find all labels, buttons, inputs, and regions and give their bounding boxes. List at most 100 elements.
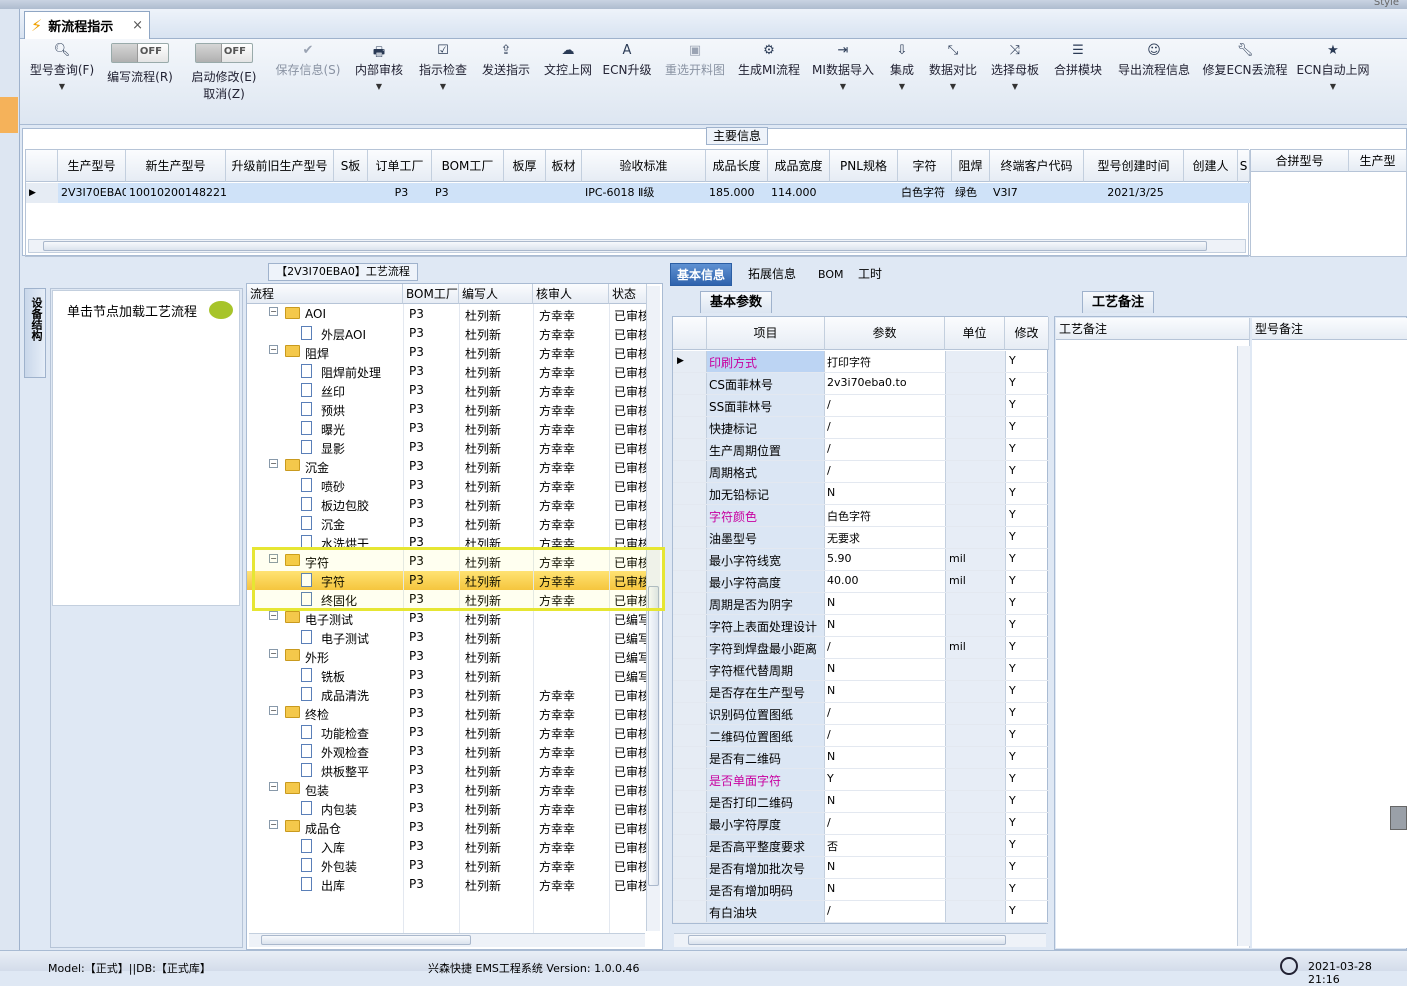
table-cell[interactable]: 2021/3/25 (1084, 183, 1184, 203)
column-header[interactable]: 新生产型号 (126, 150, 226, 182)
column-header[interactable]: 合拼型号 (1251, 150, 1349, 172)
param-row[interactable]: SS面菲林号 / Y (673, 395, 1049, 417)
start-modify-toggle[interactable]: OFF 启动修改(E) 取消(Z) (188, 43, 260, 102)
param-row[interactable]: 最小字符厚度 / Y (673, 813, 1049, 835)
column-header[interactable]: 编写人 (459, 284, 533, 304)
param-row[interactable]: 二维码位置图纸 / Y (673, 725, 1049, 747)
column-header[interactable]: 升级前旧生产型号 (226, 150, 334, 182)
column-header[interactable]: 参数 (825, 317, 945, 350)
left-nav-selected[interactable] (0, 97, 18, 133)
table-cell[interactable]: 10010200148221 (126, 183, 226, 203)
select-mother-button[interactable]: ⤨ 选择母板 ▼ (986, 43, 1044, 91)
collapse-icon[interactable]: − (269, 345, 278, 354)
close-icon[interactable]: × (132, 18, 143, 33)
flow-tree-row[interactable]: − 成品仓 P3 杜列新 方幸幸 已审核 (247, 818, 647, 837)
flow-tree-row[interactable]: 阻焊前处理 P3 杜列新 方幸幸 已审核 (247, 362, 647, 381)
param-value[interactable]: / (825, 728, 945, 741)
model-query-button[interactable]: 🔍︎ 型号查询(F) ▼ (26, 43, 98, 91)
param-value[interactable]: N (825, 618, 945, 631)
param-value[interactable]: 2v3i70eba0.to (825, 376, 945, 389)
column-header[interactable]: 状态 (609, 284, 647, 304)
flow-tree-row[interactable]: − 阻焊 P3 杜列新 方幸幸 已审核 (247, 343, 647, 362)
flow-tree-row[interactable]: − 包装 P3 杜列新 方幸幸 已审核 (247, 780, 647, 799)
scroll-thumb[interactable] (648, 586, 659, 886)
internal-review-button[interactable]: 🖶 内部审核 ▼ (352, 43, 406, 91)
column-header[interactable]: 生产型号 (58, 150, 126, 182)
param-row[interactable]: 字符上表面处理设计 N Y (673, 615, 1049, 637)
side-tab-equipment[interactable]: 设备结构 (24, 288, 46, 378)
param-row[interactable]: ▶ 印刷方式 打印字符 Y (673, 351, 1049, 373)
flow-tree-row[interactable]: 预烘 P3 杜列新 方幸幸 已审核 (247, 400, 647, 419)
collapse-icon[interactable]: − (269, 820, 278, 829)
flow-tree-row[interactable]: 外包装 P3 杜列新 方幸幸 已审核 (247, 856, 647, 875)
flow-tree-row[interactable]: 内包装 P3 杜列新 方幸幸 已审核 (247, 799, 647, 818)
column-header[interactable]: 板材 (546, 150, 582, 182)
param-value[interactable]: 否 (825, 838, 945, 854)
left-nav-edge[interactable] (0, 9, 20, 971)
ecn-upgrade-button[interactable]: A ECN升级 (602, 43, 652, 78)
collapse-icon[interactable]: − (269, 459, 278, 468)
table-cell[interactable]: 114.000 (768, 183, 830, 203)
flow-tree-row[interactable]: 铣板 P3 杜列新 已编写 (247, 666, 647, 685)
param-row[interactable]: 是否存在生产型号 N Y (673, 681, 1049, 703)
column-header[interactable]: BOM工厂 (403, 284, 459, 304)
column-header[interactable]: 核审人 (533, 284, 609, 304)
flow-tree-row[interactable]: 外层AOI P3 杜列新 方幸幸 已审核 (247, 324, 647, 343)
column-header[interactable]: 项目 (707, 317, 825, 350)
param-row[interactable]: 生产周期位置 / Y (673, 439, 1049, 461)
flow-tree-row[interactable]: 外观检查 P3 杜列新 方幸幸 已审核 (247, 742, 647, 761)
param-row[interactable]: 周期格式 / Y (673, 461, 1049, 483)
collapse-icon[interactable]: − (269, 611, 278, 620)
data-compare-button[interactable]: ⤡ 数据对比 ▼ (924, 43, 982, 91)
model-remark-area[interactable]: 型号备注 (1252, 318, 1407, 948)
column-header[interactable]: 型号创建时间 (1084, 150, 1184, 182)
edit-flow-toggle[interactable]: OFF 编写流程(R) (104, 43, 176, 85)
param-value[interactable]: / (825, 464, 945, 477)
column-header[interactable]: 成品宽度 (768, 150, 830, 182)
column-header[interactable]: 修改 (1005, 317, 1049, 350)
table-cell[interactable]: IPC-6018 Ⅱ级 (582, 183, 706, 203)
save-info-button[interactable]: ✔ 保存信息(S) (272, 43, 344, 78)
table-cell[interactable]: 白色字符 (898, 183, 952, 203)
flow-tree-row[interactable]: 显影 P3 杜列新 方幸幸 已审核 (247, 438, 647, 457)
column-header[interactable]: S (1238, 150, 1250, 182)
param-row[interactable]: 是否有二维码 N Y (673, 747, 1049, 769)
param-value[interactable]: N (825, 750, 945, 763)
main-grid-hscroll[interactable] (28, 239, 1246, 253)
toggle-switch[interactable]: OFF (195, 43, 253, 63)
flow-tree-row[interactable]: 成品清洗 P3 杜列新 方幸幸 已审核 (247, 685, 647, 704)
column-header[interactable]: 单位 (945, 317, 1005, 350)
table-cell[interactable]: 185.000 (706, 183, 768, 203)
param-row[interactable]: 油墨型号 无要求 Y (673, 527, 1049, 549)
collapse-icon[interactable]: − (269, 307, 278, 316)
param-value[interactable]: N (825, 794, 945, 807)
column-header[interactable]: 验收标准 (582, 150, 706, 182)
column-header[interactable]: 成品长度 (706, 150, 768, 182)
remarks-title[interactable]: 工艺备注 (1082, 291, 1154, 313)
flow-tree-row[interactable]: 功能检查 P3 杜列新 方幸幸 已审核 (247, 723, 647, 742)
flow-tree-row[interactable]: 入库 P3 杜列新 方幸幸 已审核 (247, 837, 647, 856)
table-cell[interactable]: 绿色 (952, 183, 990, 203)
param-value[interactable]: 40.00 (825, 574, 945, 587)
select-cut-diagram-button[interactable]: ▣ 重选开料图 (662, 43, 728, 78)
param-row[interactable]: CS面菲林号 2v3i70eba0.to Y (673, 373, 1049, 395)
param-value[interactable]: N (825, 662, 945, 675)
generate-mi-button[interactable]: ⚙ 生成MI流程 (736, 43, 802, 78)
cancel-button[interactable]: 取消(Z) (188, 85, 260, 102)
param-value[interactable]: 白色字符 (825, 508, 945, 524)
column-header[interactable]: 阻焊 (952, 150, 990, 182)
param-value[interactable]: 无要求 (825, 530, 945, 546)
collapse-icon[interactable]: − (269, 649, 278, 658)
param-value[interactable]: N (825, 882, 945, 895)
merge-module-button[interactable]: ☰ 合拼模块 (1050, 43, 1106, 78)
param-value[interactable]: / (825, 706, 945, 719)
collapse-icon[interactable]: − (269, 782, 278, 791)
scroll-thumb[interactable] (261, 935, 471, 945)
flow-tree-row[interactable]: 喷砂 P3 杜列新 方幸幸 已审核 (247, 476, 647, 495)
flow-tree-row[interactable]: 板边包胶 P3 杜列新 方幸幸 已审核 (247, 495, 647, 514)
param-row[interactable]: 字符颜色 白色字符 Y (673, 505, 1049, 527)
param-row[interactable]: 加无铅标记 N Y (673, 483, 1049, 505)
column-header[interactable]: 订单工厂 (368, 150, 432, 182)
export-flow-button[interactable]: ☺ 导出流程信息 (1114, 43, 1194, 78)
basic-params-title[interactable]: 基本参数 (700, 291, 772, 313)
